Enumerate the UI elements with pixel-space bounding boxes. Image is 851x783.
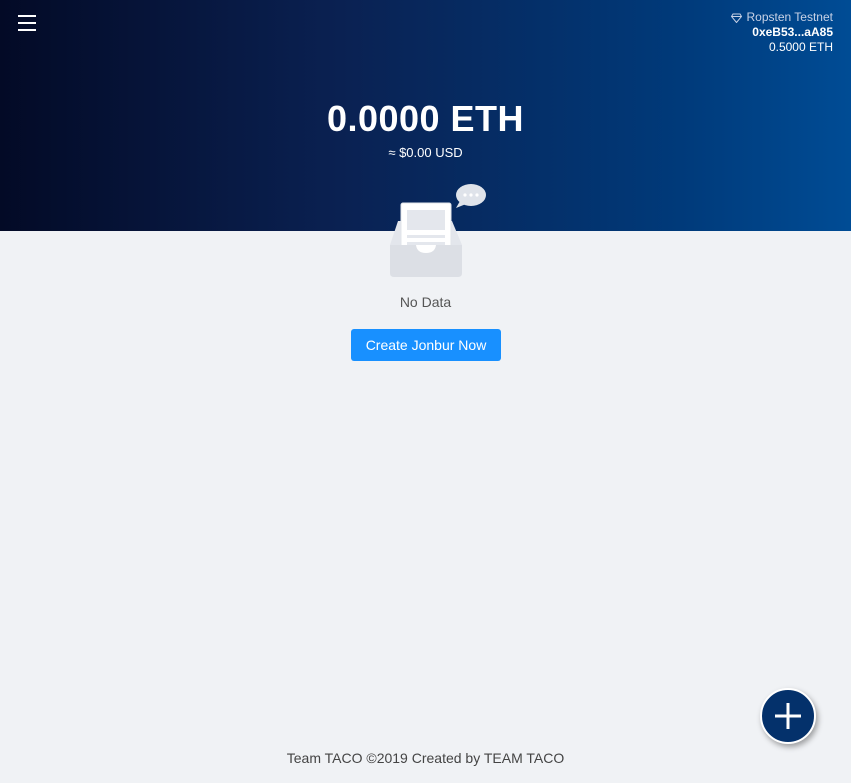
diamond-icon bbox=[731, 13, 743, 23]
usd-balance: ≈ $0.00 USD bbox=[388, 145, 463, 160]
wallet-address: 0xeB53...aA85 bbox=[752, 25, 833, 39]
no-data-text: No Data bbox=[399, 294, 452, 310]
hamburger-menu-icon[interactable] bbox=[18, 12, 40, 34]
add-button[interactable] bbox=[760, 688, 816, 744]
plus-icon bbox=[775, 703, 801, 729]
network-name: Ropsten Testnet bbox=[746, 10, 833, 24]
network-label: Ropsten Testnet bbox=[731, 10, 833, 25]
empty-inbox-icon bbox=[390, 184, 486, 277]
network-balance: 0.5000 ETH bbox=[768, 40, 833, 54]
eth-balance: 0.0000 ETH bbox=[326, 98, 525, 139]
network-info: Ropsten Testnet 0xeB53...aA85 0.5000 ETH bbox=[731, 10, 833, 55]
create-jonbur-button[interactable]: Create Jonbur Now bbox=[351, 329, 501, 361]
footer-text: Team TACO ©2019 Created by TEAM TACO bbox=[286, 750, 565, 766]
